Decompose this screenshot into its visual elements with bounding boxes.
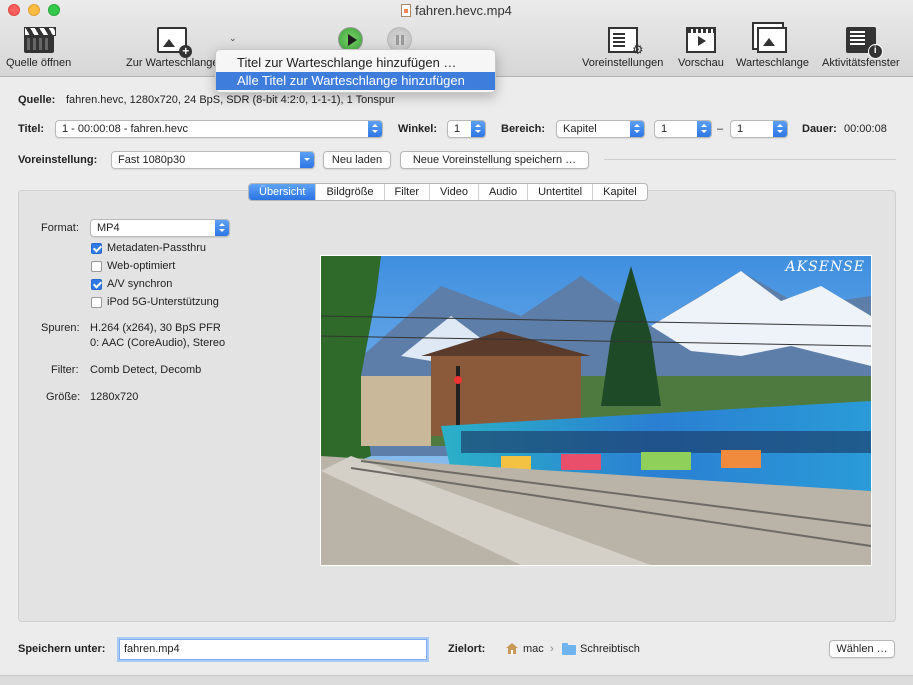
- format-label: Format:: [41, 222, 79, 234]
- presets-button[interactable]: Voreinstellungen: [582, 27, 663, 69]
- web-optimized-label: Web-optimiert: [107, 260, 176, 272]
- size-label: Größe:: [46, 391, 81, 403]
- add-to-queue-button[interactable]: Zur Warteschlange: [126, 27, 219, 69]
- preset-select[interactable]: Fast 1080p30: [111, 151, 315, 169]
- add-to-queue-menu: Titel zur Warteschlange hinzufügen … All…: [215, 49, 496, 93]
- chevron-down-icon[interactable]: ⌄: [229, 33, 237, 44]
- preview-scene: [321, 256, 871, 565]
- filters-label: Filter:: [51, 364, 79, 376]
- reload-preset-button[interactable]: Neu laden: [323, 151, 391, 169]
- filters-value: Comb Detect, Decomb: [90, 364, 202, 376]
- av-sync-checkbox[interactable]: [91, 279, 102, 290]
- chevron-down-icon: [300, 152, 314, 168]
- film-preview-icon: [685, 27, 716, 53]
- tracks-audio: 0: AAC (CoreAudio), Stereo: [90, 337, 226, 349]
- duration-label: Dauer:: [802, 123, 837, 135]
- angle-label: Winkel:: [398, 123, 438, 135]
- tracks-video: H.264 (x264), 30 BpS PFR: [90, 322, 221, 334]
- source-info: fahren.hevc, 1280x720, 24 BpS, SDR (8-bi…: [66, 94, 395, 106]
- av-sync-label: A/V synchron: [107, 278, 173, 290]
- activity-window-button[interactable]: Aktivitätsfenster: [822, 27, 900, 69]
- stepper-arrows-icon: [630, 121, 644, 137]
- window-title: fahren.hevc.mp4: [0, 3, 913, 18]
- destination-label: Zielort:: [448, 643, 486, 655]
- open-source-button[interactable]: Quelle öffnen: [6, 27, 71, 69]
- document-icon: [401, 4, 412, 17]
- web-optimized-checkbox[interactable]: [91, 261, 102, 272]
- range-separator: –: [717, 123, 724, 135]
- tab-video[interactable]: Video: [429, 184, 478, 200]
- filename-input[interactable]: fahren.mp4: [119, 639, 427, 660]
- clapperboard-icon: [23, 27, 56, 53]
- activity-log-icon: [845, 27, 883, 59]
- ipod-support-checkbox[interactable]: [91, 297, 102, 308]
- tab-audio[interactable]: Audio: [477, 184, 527, 200]
- stepper-arrows-icon: [215, 220, 229, 236]
- preset-label: Voreinstellung:: [18, 154, 98, 166]
- range-label: Bereich:: [501, 123, 546, 135]
- tab-chapters[interactable]: Kapitel: [592, 184, 647, 200]
- path-separator-icon: ›: [550, 643, 554, 655]
- stepper-arrows-icon: [697, 121, 711, 137]
- range-type-select[interactable]: Kapitel: [556, 120, 645, 138]
- stepper-arrows-icon: [471, 121, 485, 137]
- destination-home[interactable]: mac: [523, 643, 544, 655]
- range-end-select[interactable]: 1: [730, 120, 788, 138]
- queue-button[interactable]: Warteschlange: [736, 27, 809, 69]
- stepper-arrows-icon: [368, 121, 382, 137]
- tab-bar: Übersicht Bildgröße Filter Video Audio U…: [248, 183, 648, 201]
- preview-image[interactable]: AKSENSE: [320, 255, 872, 566]
- tab-subtitles[interactable]: Untertitel: [527, 184, 592, 200]
- metadata-passthru-checkbox[interactable]: [91, 243, 102, 254]
- preview-button[interactable]: Vorschau: [678, 27, 724, 69]
- home-icon: [506, 643, 518, 654]
- destination-folder[interactable]: Schreibtisch: [580, 643, 640, 655]
- menu-item-add-title[interactable]: Titel zur Warteschlange hinzufügen …: [216, 54, 495, 72]
- tab-dimensions[interactable]: Bildgröße: [315, 184, 383, 200]
- duration-value: 00:00:08: [844, 123, 887, 135]
- title-select[interactable]: 1 - 00:00:08 - fahren.hevc: [55, 120, 383, 138]
- save-as-label: Speichern unter:: [18, 643, 106, 655]
- folder-icon: [562, 643, 576, 655]
- metadata-passthru-label: Metadaten-Passthru: [107, 242, 207, 254]
- status-bar: [0, 675, 913, 685]
- tracks-label: Spuren:: [41, 322, 80, 334]
- queue-icon: [757, 27, 788, 53]
- save-new-preset-button[interactable]: Neue Voreinstellung speichern …: [400, 151, 589, 169]
- preview-watermark: AKSENSE: [785, 259, 865, 275]
- divider: [604, 159, 896, 160]
- add-to-queue-icon: [157, 27, 193, 58]
- tab-summary[interactable]: Übersicht: [249, 184, 316, 200]
- choose-destination-button[interactable]: Wählen …: [829, 640, 895, 658]
- format-select[interactable]: MP4: [90, 219, 230, 237]
- tab-filters[interactable]: Filter: [383, 184, 429, 200]
- ipod-support-label: iPod 5G-Unterstützung: [107, 296, 219, 308]
- title-label: Titel:: [18, 123, 45, 135]
- stepper-arrows-icon: [773, 121, 787, 137]
- size-value: 1280x720: [90, 391, 139, 403]
- source-label: Quelle:: [18, 94, 56, 106]
- menu-item-add-all-titles[interactable]: Alle Titel zur Warteschlange hinzufügen: [216, 72, 495, 90]
- angle-select[interactable]: 1: [447, 120, 486, 138]
- presets-icon: [607, 27, 644, 58]
- range-start-select[interactable]: 1: [654, 120, 712, 138]
